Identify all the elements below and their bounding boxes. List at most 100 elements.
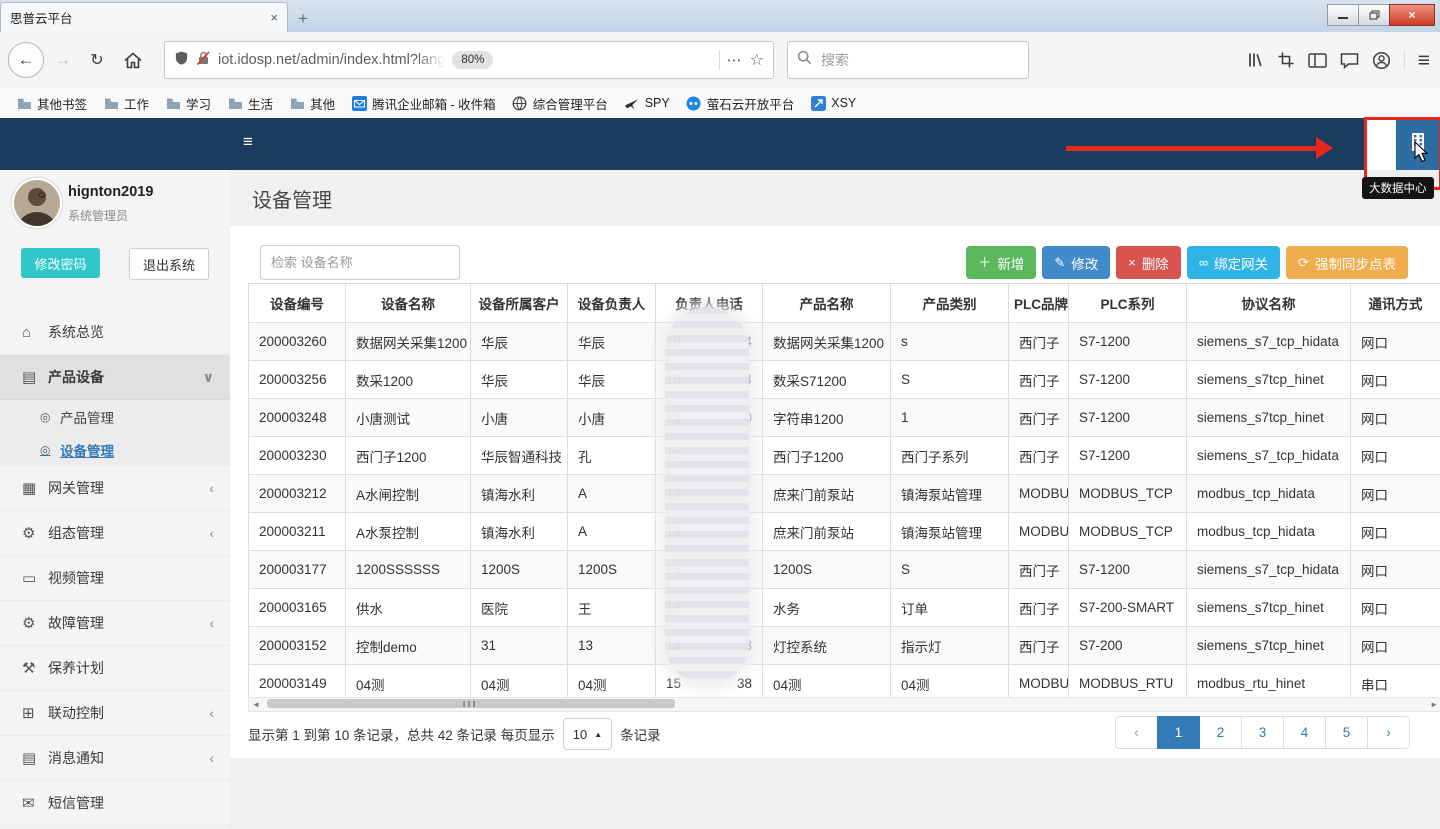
browser-menu-icon[interactable]: ≡ <box>1418 50 1430 71</box>
bookmark-item[interactable]: 综合管理平台 <box>504 91 616 116</box>
page-size-select[interactable]: 10 ▲ <box>563 718 612 750</box>
screenshot-icon[interactable] <box>1277 51 1295 69</box>
account-icon[interactable] <box>1372 51 1391 70</box>
page-size-value: 10 <box>573 727 587 742</box>
sidebar-item-9[interactable]: ▤消息通知‹ <box>0 736 230 781</box>
logout-button[interactable]: 退出系统 <box>129 248 209 280</box>
browser-search-bar[interactable] <box>787 41 1029 79</box>
bookmark-item[interactable]: XSY <box>802 92 864 114</box>
add-button[interactable]: ＋新增 <box>966 246 1036 279</box>
sidebar-item-1[interactable]: ⌂系统总览 <box>0 310 230 355</box>
table-cell: S7-1200 <box>1069 323 1187 361</box>
sidebar-item-7[interactable]: ⚒保养计划 <box>0 646 230 691</box>
scroll-right-arrow[interactable]: ► <box>1427 701 1440 709</box>
next-page-button[interactable]: › <box>1367 716 1410 749</box>
browser-toolbar: ← → ↻ iot.idosp.net/admin/index.html?lan… <box>0 32 1440 89</box>
horizontal-scrollbar[interactable]: ◄ ► <box>248 697 1440 712</box>
table-row[interactable]: 200003256数采1200华辰华辰184数采S71200S西门子S7-120… <box>249 361 1440 399</box>
table-cell: 华辰 <box>471 361 568 399</box>
edit-button[interactable]: ✎修改 <box>1042 246 1110 279</box>
monitor-icon: ▭ <box>22 569 48 587</box>
back-button[interactable]: ← <box>8 42 44 78</box>
bookmark-item[interactable]: 学习 <box>157 91 219 116</box>
bookmark-item[interactable]: 工作 <box>95 91 157 116</box>
table-row[interactable]: 200003260数据网关采集1200华辰华辰184数据网关采集1200s西门子… <box>249 323 1440 361</box>
force-sync-button[interactable]: ⟳强制同步点表 <box>1286 246 1408 279</box>
page-button-4[interactable]: 4 <box>1283 716 1326 749</box>
zoom-indicator[interactable]: 80% <box>452 51 493 69</box>
browser-tab[interactable]: 思普云平台 × <box>0 2 288 32</box>
column-header: 产品名称 <box>763 284 891 323</box>
sidebar-item-2[interactable]: ▤产品设备∨ <box>0 355 230 400</box>
browser-search-input[interactable] <box>819 51 973 69</box>
tab-close-icon[interactable]: × <box>270 11 278 24</box>
delete-button-icon: × <box>1128 256 1136 269</box>
sidebar-toggle-icon[interactable] <box>1308 52 1327 69</box>
table-row[interactable]: 200003211A水泵控制镇海水利A13庶来门前泵站镇海泵站管理MODBUSM… <box>249 513 1440 551</box>
page-actions-icon[interactable]: ⋯ <box>727 51 743 69</box>
bookmark-star-icon[interactable]: ☆ <box>750 50 764 70</box>
url-bar[interactable]: iot.idosp.net/admin/index.html?lang 80% … <box>164 41 774 79</box>
screen: 思普云平台 × + × ← → ↻ iot.idosp.net/admin/in… <box>0 0 1440 829</box>
forward-button[interactable]: → <box>48 45 78 75</box>
library-icon[interactable] <box>1246 51 1264 69</box>
submenu-item[interactable]: ◎产品管理 <box>0 400 230 433</box>
page-button-2[interactable]: 2 <box>1199 716 1242 749</box>
app-menu-toggle-icon[interactable]: ≡ <box>243 133 253 150</box>
bind-gateway-button[interactable]: ∞绑定网关 <box>1187 246 1280 279</box>
sidebar-item-label: 故障管理 <box>48 613 104 633</box>
table-row[interactable]: 200003165供水医院王18水务订单西门子S7-200-SMARTsieme… <box>249 589 1440 627</box>
url-text[interactable]: iot.idosp.net/admin/index.html?lang <box>218 52 445 68</box>
sidebar-item-5[interactable]: ▭视频管理 <box>0 556 230 601</box>
restore-button[interactable] <box>1358 4 1390 26</box>
bookmark-item[interactable]: 其他 <box>281 91 343 116</box>
sidebar-menu: ⌂系统总览▤产品设备∨◎产品管理◎设备管理▦网关管理‹⚙组态管理‹▭视频管理⚙故… <box>0 310 230 826</box>
bookmark-label: SPY <box>645 96 670 110</box>
page-button-1[interactable]: 1 <box>1157 716 1200 749</box>
column-header: 设备负责人 <box>568 284 656 323</box>
bookmark-item[interactable]: 其他书签 <box>8 91 95 116</box>
sidebar-item-4[interactable]: ⚙组态管理‹ <box>0 511 230 556</box>
bookmark-item[interactable]: SPY <box>616 92 678 114</box>
minimize-button[interactable] <box>1327 4 1359 26</box>
sidebar-item-8[interactable]: ⊞联动控制‹ <box>0 691 230 736</box>
sidebar-item-10[interactable]: ✉短信管理 <box>0 781 230 826</box>
sidebar-item-6[interactable]: ⚙故障管理‹ <box>0 601 230 646</box>
table-cell: 孔 <box>568 437 656 475</box>
avatar[interactable] <box>12 178 62 228</box>
device-table: 设备编号设备名称设备所属客户设备负责人负责人电话产品名称产品类别PLC品牌PLC… <box>248 283 1440 703</box>
prev-page-button[interactable]: ‹ <box>1115 716 1158 749</box>
scroll-left-arrow[interactable]: ◄ <box>249 701 263 709</box>
sidebar-item-label: 消息通知 <box>48 748 104 768</box>
scrollbar-thumb[interactable] <box>267 699 675 708</box>
table-row[interactable]: 200003212A水闸控制镇海水利A13庶来门前泵站镇海泵站管理MODBUSM… <box>249 475 1440 513</box>
table-cell: 网口 <box>1351 551 1440 589</box>
change-password-button[interactable]: 修改密码 <box>21 248 100 278</box>
insecure-lock-icon[interactable] <box>196 50 211 71</box>
gears-icon: ⚙ <box>22 614 48 632</box>
bookmark-item[interactable]: 生活 <box>219 91 281 116</box>
table-row[interactable]: 200003248小唐测试小唐小唐130字符串12001西门子S7-1200si… <box>249 399 1440 437</box>
page-button-5[interactable]: 5 <box>1325 716 1368 749</box>
button-label: 新增 <box>997 253 1024 273</box>
chat-icon[interactable] <box>1340 52 1359 69</box>
home-button[interactable] <box>118 45 148 75</box>
delete-button[interactable]: ×删除 <box>1116 246 1181 279</box>
submenu-item[interactable]: ◎设备管理 <box>0 433 230 466</box>
device-search-input[interactable] <box>260 245 460 280</box>
scrollbar-track[interactable] <box>263 698 1427 711</box>
table-row[interactable]: 200003152控制demo3113153灯控系统指示灯西门子S7-200si… <box>249 627 1440 665</box>
bookmark-item[interactable]: 萤石云开放平台 <box>678 91 803 116</box>
sidebar-item-3[interactable]: ▦网关管理‹ <box>0 466 230 511</box>
bookmark-item[interactable]: 腾讯企业邮箱 - 收件箱 <box>343 91 504 116</box>
message-icon: ▤ <box>22 749 48 767</box>
new-tab-button[interactable]: + <box>288 6 318 32</box>
table-row[interactable]: 200003230西门子1200华辰智通科技孔15西门子1200西门子系列西门子… <box>249 437 1440 475</box>
reload-button[interactable]: ↻ <box>82 45 112 75</box>
table-cell: A水闸控制 <box>346 475 471 513</box>
close-button[interactable]: × <box>1389 4 1435 26</box>
page-button-3[interactable]: 3 <box>1241 716 1284 749</box>
sms-icon: ✉ <box>22 794 48 812</box>
table-row[interactable]: 2000031771200SSSSSS1200S1200S151200SS西门子… <box>249 551 1440 589</box>
shield-icon[interactable] <box>174 50 189 71</box>
